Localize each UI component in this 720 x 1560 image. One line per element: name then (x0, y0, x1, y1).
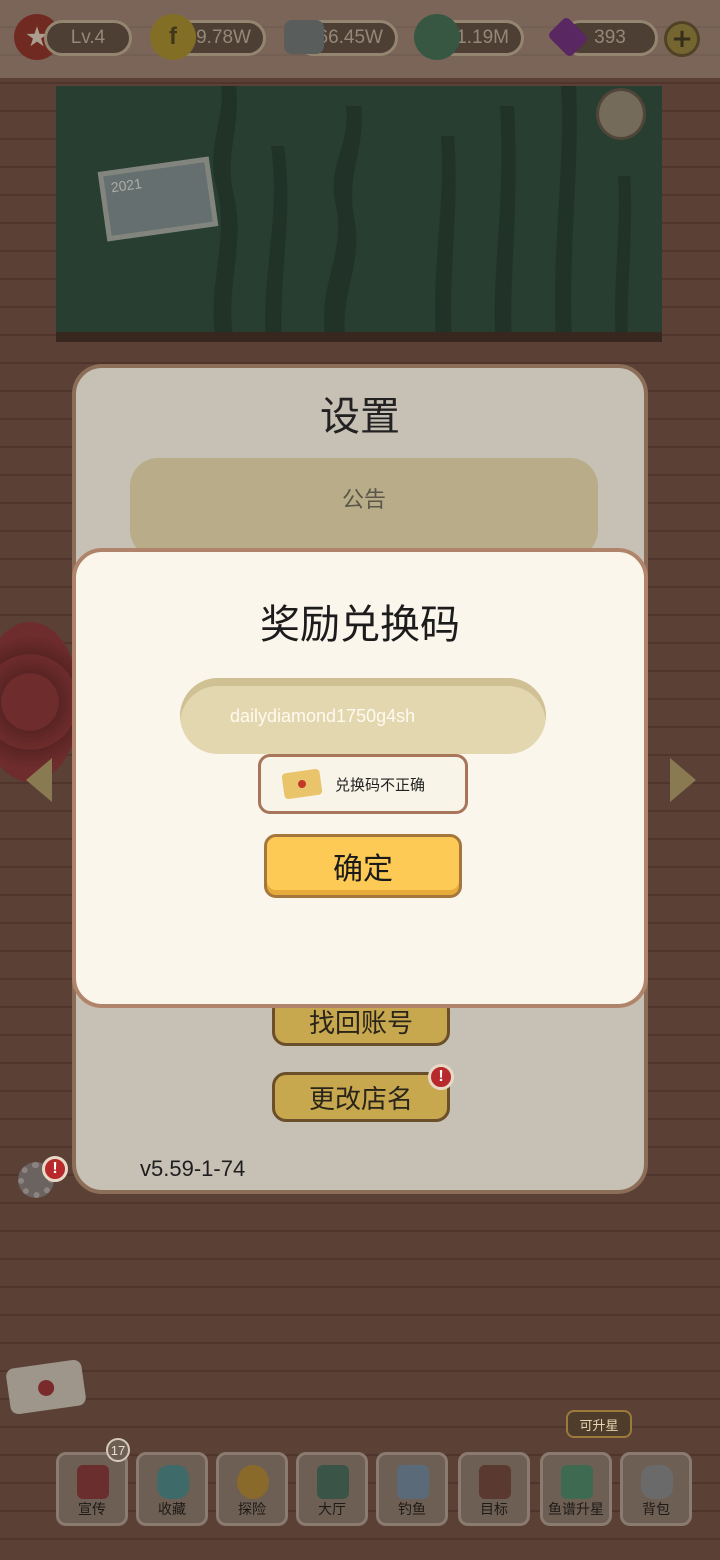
nav-label: 探险 (238, 1502, 266, 1518)
nav-label: 收藏 (158, 1502, 186, 1518)
submarine-icon (237, 1465, 269, 1499)
nav-hall[interactable]: 大厅 (296, 1452, 368, 1526)
nav-label: 宣传 (78, 1502, 106, 1518)
flyer-icon (77, 1465, 109, 1499)
redeem-code-dialog: 奖励兑换码 兑换码不正确 确定 (72, 548, 648, 1008)
nav-backpack[interactable]: 背包 (620, 1452, 692, 1526)
dialog-title: 奖励兑换码 (260, 602, 460, 648)
nav-label: 大厅 (318, 1502, 346, 1518)
nav-label: 鱼谱升星 (548, 1502, 604, 1518)
announcement-box: 公告 (130, 458, 598, 558)
bottom-nav: 宣传 收藏 探险 大厅 钓鱼 目标 鱼谱升星 背包 (0, 1448, 720, 1560)
fish-book-icon (561, 1465, 593, 1499)
error-message: 兑换码不正确 (335, 775, 426, 794)
envelope-icon (281, 768, 323, 800)
bottle-icon (157, 1465, 189, 1499)
rename-alert-icon: ! (428, 1064, 454, 1090)
scroll-right-arrow-icon[interactable] (670, 758, 696, 802)
nav-label: 目标 (480, 1502, 508, 1518)
confirm-button[interactable]: 确定 (264, 834, 462, 898)
nav-collection[interactable]: 收藏 (136, 1452, 208, 1526)
backpack-icon (641, 1465, 673, 1499)
hall-icon (317, 1465, 349, 1499)
announcement-title: 公告 (341, 488, 386, 513)
settings-title: 设置 (320, 394, 400, 440)
nav-explore[interactable]: 探险 (216, 1452, 288, 1526)
version-label: v5.59-1-74 (140, 1156, 246, 1181)
error-toast: 兑换码不正确 (258, 754, 468, 814)
nav-goals[interactable]: 目标 (458, 1452, 530, 1526)
fishing-icon (397, 1465, 429, 1499)
upgrade-star-tag: 可升星 (566, 1410, 632, 1438)
nav-promote[interactable]: 宣传 (56, 1452, 128, 1526)
settings-alert-icon: ! (42, 1156, 68, 1182)
nav-fish-book[interactable]: 鱼谱升星 (540, 1452, 612, 1526)
nav-fishing[interactable]: 钓鱼 (376, 1452, 448, 1526)
scroll-left-arrow-icon[interactable] (26, 758, 52, 802)
promote-badge: 17 (106, 1438, 130, 1462)
nav-label: 钓鱼 (398, 1502, 426, 1518)
rename-shop-button[interactable]: 更改店名 (272, 1072, 450, 1122)
redeem-code-input[interactable] (180, 678, 546, 754)
nav-label: 背包 (642, 1502, 670, 1518)
target-icon (479, 1465, 511, 1499)
